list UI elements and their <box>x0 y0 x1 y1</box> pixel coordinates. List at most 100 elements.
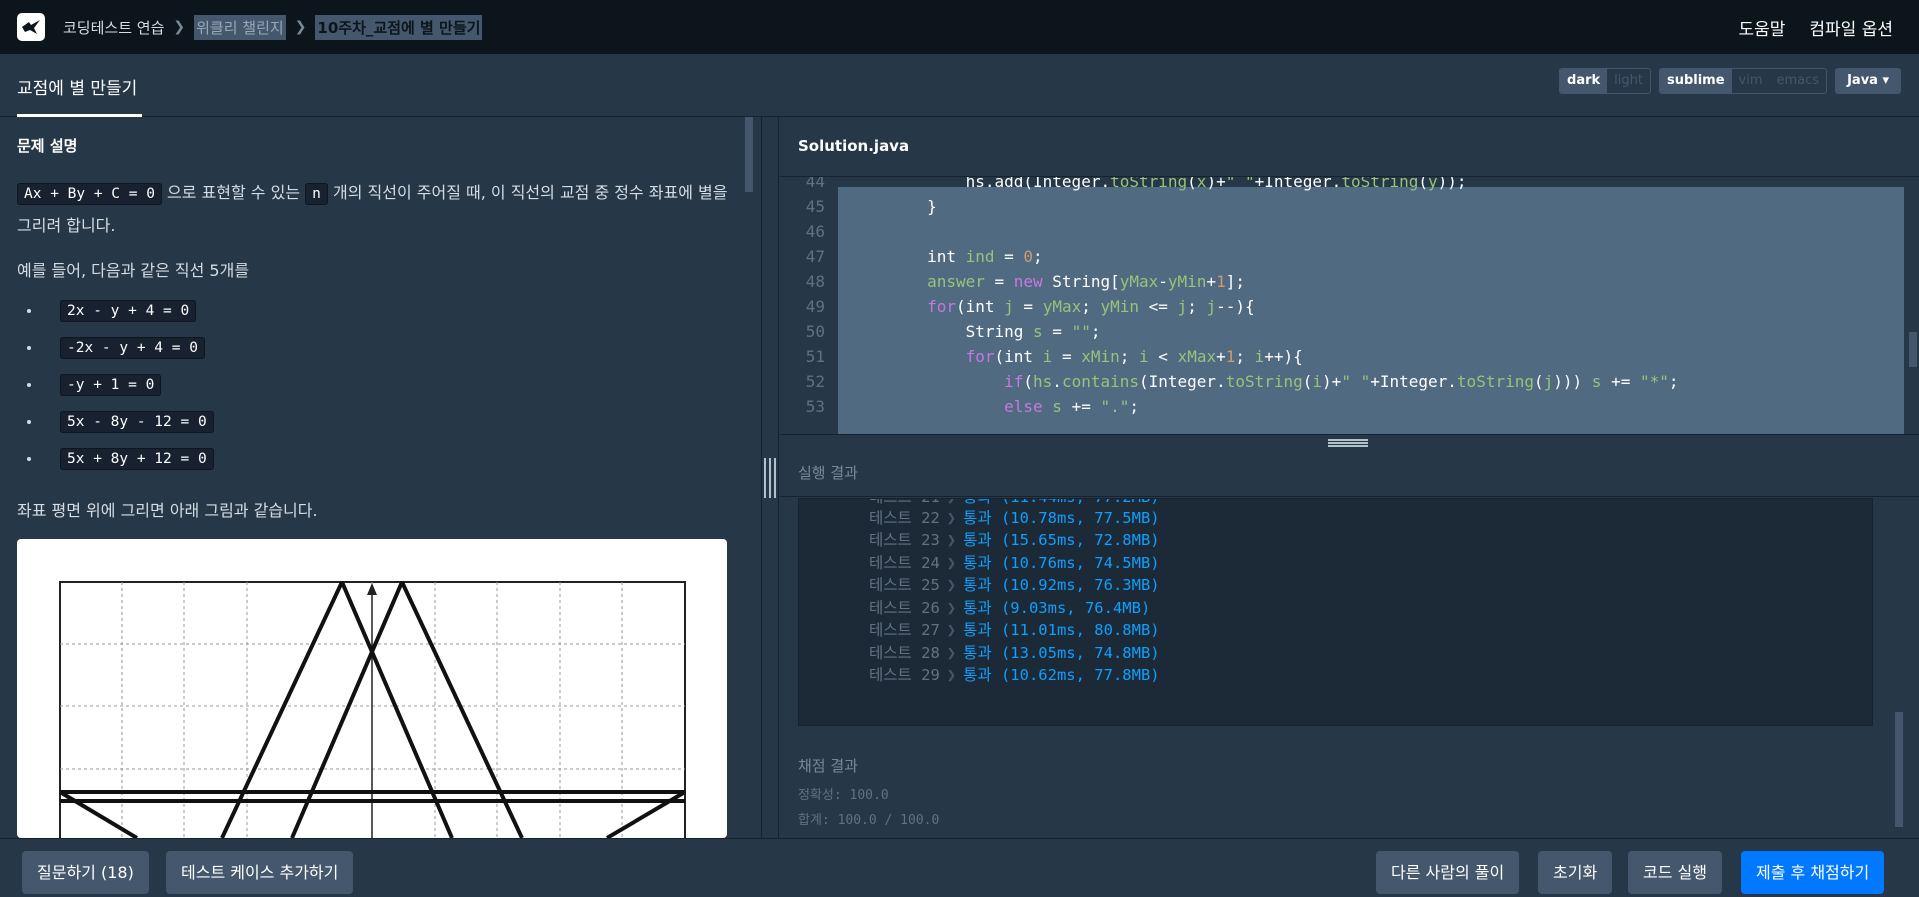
test-label: 테스트 23 <box>869 531 940 549</box>
keymap-emacs-button[interactable]: emacs <box>1770 69 1827 93</box>
result-header: 실행 결과 <box>780 447 1919 497</box>
chevron-right-icon: ❯ <box>946 531 957 549</box>
code-line[interactable]: 46 <box>780 219 1919 244</box>
line-number: 50 <box>805 322 825 341</box>
chevron-right-icon: ❯ <box>946 621 957 639</box>
help-link[interactable]: 도움말 <box>1738 15 1785 40</box>
code-line[interactable]: 49 for(int j = yMax; yMin <= j; j--){ <box>780 294 1919 319</box>
splitter-handle-icon[interactable] <box>764 458 776 498</box>
equation-code: 2x - y + 4 = 0 <box>60 300 197 322</box>
intro-text-1: 으로 표현할 수 있는 <box>161 183 306 202</box>
theme-toggle: dark light <box>1559 68 1651 94</box>
test-label: 테스트 21 <box>869 499 940 506</box>
list-item: 테스트 23 ❯ 통과 (15.65ms, 72.8MB) <box>869 529 1160 551</box>
test-result: 통과 (10.62ms, 77.8MB) <box>963 666 1160 684</box>
others-solutions-button[interactable]: 다른 사람의 풀이 <box>1376 851 1520 894</box>
run-code-button[interactable]: 코드 실행 <box>1628 851 1722 894</box>
problem-description-panel: 문제 설명 Ax + By + C = 0 으로 표현할 수 있는 n 개의 직… <box>0 117 760 838</box>
result-scrollbar[interactable] <box>1895 712 1903 827</box>
code-line[interactable]: 52 if(hs.contains(Integer.toString(i)+" … <box>780 369 1919 394</box>
chevron-right-icon: ❯ <box>946 666 957 684</box>
line-number: 46 <box>805 222 825 241</box>
code-editor[interactable]: 44 hs.add(Integer.toString(x)+" "+Intege… <box>780 177 1919 434</box>
problem-tab-bar: 교점에 별 만들기 dark light sublime vim emacs J… <box>0 54 1919 117</box>
plane-text: 좌표 평면 위에 그리면 아래 그림과 같습니다. <box>17 501 318 520</box>
test-result: 통과 (10.76ms, 74.5MB) <box>963 554 1160 572</box>
test-result: 통과 (11.01ms, 80.8MB) <box>963 621 1160 639</box>
equation-list: 2x - y + 4 = 0 -2x - y + 4 = 0 -y + 1 = … <box>42 300 214 488</box>
code-line[interactable]: 47 int ind = 0; <box>780 244 1919 269</box>
code-line[interactable]: 51 for(int i = xMin; i < xMax+1; i++){ <box>780 344 1919 369</box>
grip-icon <box>1328 439 1368 441</box>
breadcrumb-weekly-challenge[interactable]: 위클리 챌린지 <box>194 14 286 40</box>
list-item: 2x - y + 4 = 0 <box>42 300 214 340</box>
list-item: -y + 1 = 0 <box>42 374 214 414</box>
code-line[interactable]: 48 answer = new String[yMax-yMin+1]; <box>780 269 1919 294</box>
programmers-logo-icon[interactable] <box>17 13 45 41</box>
list-item: 5x + 8y + 12 = 0 <box>42 448 214 488</box>
line-number: 49 <box>805 297 825 316</box>
test-result: 통과 (10.78ms, 77.5MB) <box>963 509 1160 527</box>
total-score-text: 합계: 100.0 / 100.0 <box>798 813 940 828</box>
equation-code: 5x - 8y - 12 = 0 <box>60 411 214 433</box>
list-item: 테스트 22 ❯ 통과 (10.78ms, 77.5MB) <box>869 507 1160 529</box>
description-scrollbar[interactable] <box>745 117 753 192</box>
equation-code: -2x - y + 4 = 0 <box>60 337 205 359</box>
code-line[interactable]: 53 else s += "."; <box>780 394 1919 419</box>
theme-dark-button[interactable]: dark <box>1560 69 1608 93</box>
chevron-right-icon: ❯ <box>946 554 957 572</box>
test-label: 테스트 27 <box>869 621 940 639</box>
n-code: n <box>305 183 328 205</box>
theme-light-button[interactable]: light <box>1607 69 1650 93</box>
submit-button[interactable]: 제출 후 채점하기 <box>1741 851 1885 894</box>
line-number: 47 <box>805 247 825 266</box>
test-label: 테스트 25 <box>869 576 940 594</box>
test-label: 테스트 26 <box>869 599 940 617</box>
list-item: 5x - 8y - 12 = 0 <box>42 411 214 451</box>
equation-code: 5x + 8y + 12 = 0 <box>60 448 214 470</box>
test-result: 통과 (11.44ms, 77.2MB) <box>963 499 1160 506</box>
list-item: 테스트 26 ❯ 통과 (9.03ms, 76.4MB) <box>869 597 1150 619</box>
result-list: 테스트 21 ❯ 통과 (11.44ms, 77.2MB) 테스트 22 ❯ 통과 (1… <box>798 498 1873 726</box>
equation-code: -y + 1 = 0 <box>60 374 162 396</box>
breadcrumb-coding-test[interactable]: 코딩테스트 연습 <box>63 17 164 38</box>
problem-intro: Ax + By + C = 0 으로 표현할 수 있는 n 개의 직선이 주어질… <box>17 177 732 242</box>
list-item: 테스트 28 ❯ 통과 (13.05ms, 74.8MB) <box>869 642 1160 664</box>
file-header: Solution.java <box>780 117 1919 177</box>
line-number: 44 <box>805 177 825 191</box>
reset-button[interactable]: 초기화 <box>1538 851 1613 894</box>
editor-scrollbar[interactable] <box>1907 177 1917 434</box>
result-heading: 실행 결과 <box>798 464 858 482</box>
code-text: } <box>850 197 937 216</box>
chevron-right-icon: ❯ <box>946 644 957 662</box>
tab-problem-title[interactable]: 교점에 별 만들기 <box>17 74 137 99</box>
breadcrumb-current-problem: 10주차_교점에 별 만들기 <box>315 14 483 40</box>
caret-down-icon: ▾ <box>1882 73 1889 88</box>
accuracy-text: 정확성: 100.0 <box>798 788 889 803</box>
section-heading: 문제 설명 <box>17 137 78 155</box>
list-item: 테스트 27 ❯ 통과 (11.01ms, 80.8MB) <box>869 619 1160 641</box>
test-result: 통과 (10.92ms, 76.3MB) <box>963 576 1160 594</box>
editor-options: dark light sublime vim emacs Java ▾ <box>1559 68 1901 94</box>
code-line[interactable]: 45 } <box>780 194 1919 219</box>
test-result: 통과 (13.05ms, 74.8MB) <box>963 644 1160 662</box>
line-number: 51 <box>805 347 825 366</box>
keymap-vim-button[interactable]: vim <box>1732 69 1770 93</box>
ask-question-button[interactable]: 질문하기 (18) <box>22 851 149 894</box>
result-resize-handle[interactable] <box>780 434 1919 447</box>
chevron-right-icon: ❯ <box>294 19 307 35</box>
line-number: 53 <box>805 397 825 416</box>
chevron-right-icon: ❯ <box>946 509 957 527</box>
line-number: 48 <box>805 272 825 291</box>
add-testcase-button[interactable]: 테스트 케이스 추가하기 <box>166 851 354 894</box>
code-line[interactable]: 44 hs.add(Integer.toString(x)+" "+Intege… <box>780 177 1919 194</box>
keymap-sublime-button[interactable]: sublime <box>1659 69 1732 93</box>
chevron-right-icon: ❯ <box>946 599 957 617</box>
breadcrumb: 코딩테스트 연습 ❯ 위클리 챌린지 ❯ 10주차_교점에 별 만들기 <box>63 14 483 40</box>
example-text: 예를 들어, 다음과 같은 직선 5개를 <box>17 261 250 280</box>
language-select[interactable]: Java ▾ <box>1835 68 1901 94</box>
coordinate-plane-figure <box>17 539 727 838</box>
code-line[interactable]: 50 String s = ""; <box>780 319 1919 344</box>
top-nav-bar: 코딩테스트 연습 ❯ 위클리 챌린지 ❯ 10주차_교점에 별 만들기 도움말 … <box>0 0 1919 54</box>
compile-options-link[interactable]: 컴파일 옵션 <box>1809 15 1893 40</box>
